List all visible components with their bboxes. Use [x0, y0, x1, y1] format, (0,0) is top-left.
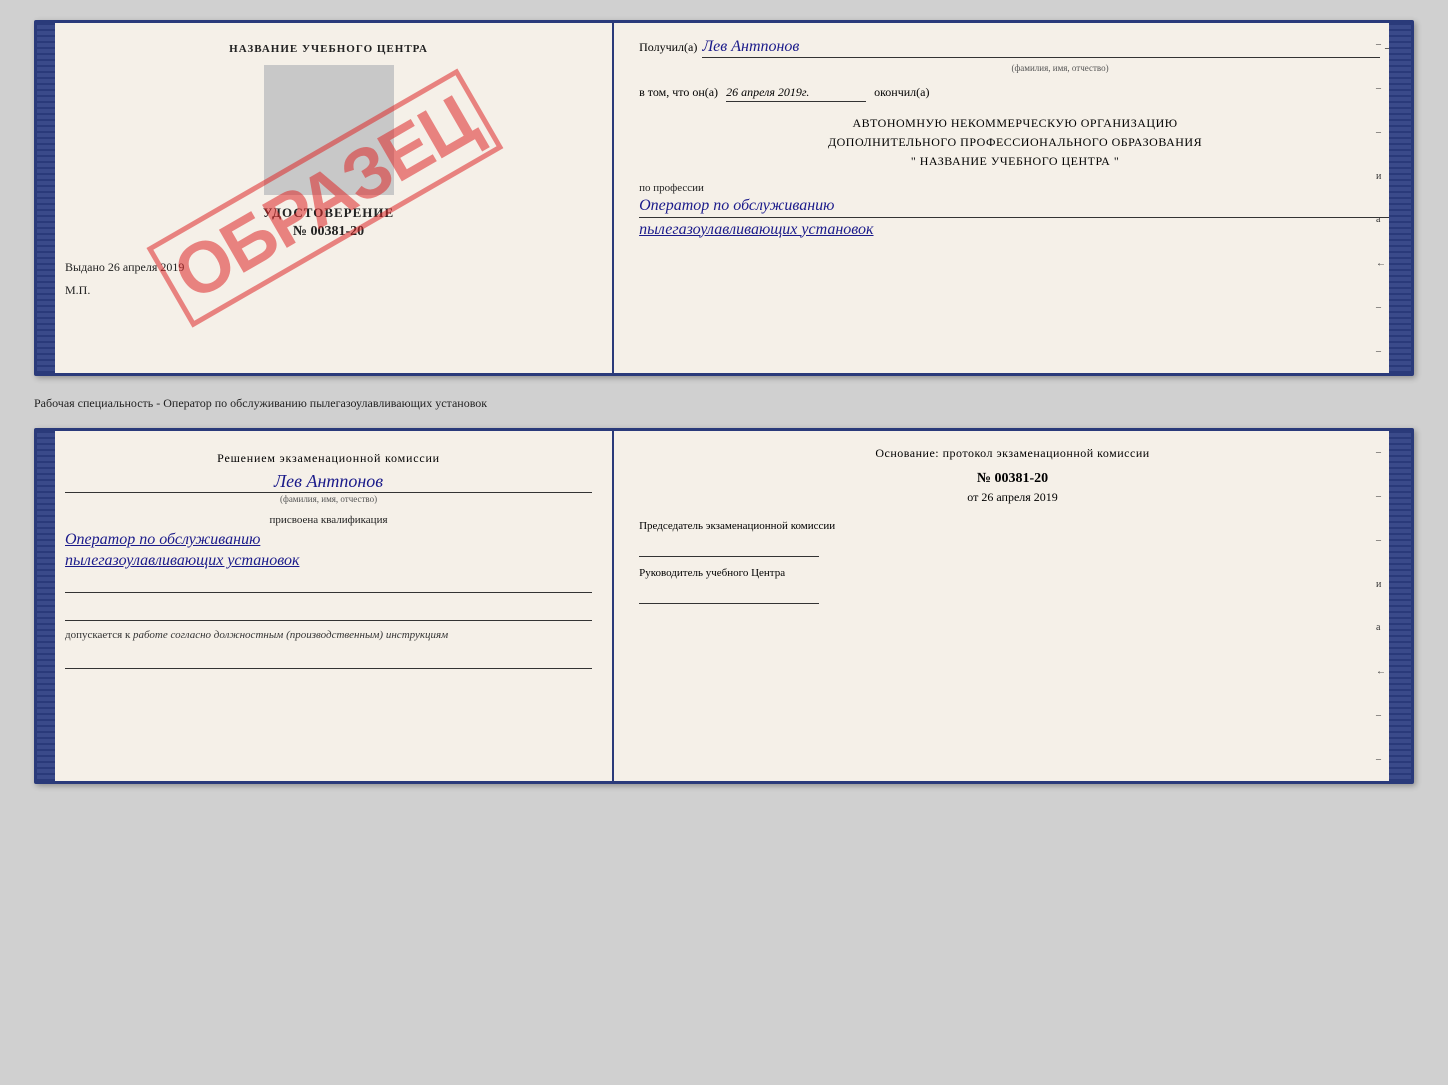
- right-spine-top: [1389, 23, 1411, 373]
- completion-date: 26 апреля 2019г.: [726, 85, 866, 102]
- org-block: АВТОНОМНУЮ НЕКОММЕРЧЕСКУЮ ОРГАНИЗАЦИЮ ДО…: [639, 114, 1391, 172]
- protocol-date: от 26 апреля 2019: [639, 490, 1386, 505]
- signature-line-3: [65, 649, 592, 669]
- chairman-label: Председатель экзаменационной комиссии: [639, 520, 835, 532]
- right-spine-bottom: [1389, 431, 1411, 781]
- bottom-document: Решением экзаменационной комиссии Лев Ан…: [34, 428, 1414, 784]
- mp-line: М.П.: [65, 283, 592, 298]
- rukovoditel-block: Руководитель учебного Центра: [639, 567, 1386, 579]
- udostoverenie-block: УДОСТОВЕРЕНИЕ № 00381-20: [65, 205, 592, 240]
- dopuskaetsya-label: допускается к: [65, 629, 130, 641]
- profession-line1: Оператор по обслуживанию: [639, 197, 1391, 218]
- protocol-number: № 00381-20: [639, 471, 1386, 487]
- vtom-line: в том, что он(а) 26 апреля 2019г. окончи…: [639, 85, 1391, 102]
- separator-text: Рабочая специальность - Оператор по обсл…: [34, 388, 1414, 416]
- quote-close: ": [1114, 154, 1119, 168]
- prisvoena-label: присвоена квалификация: [65, 514, 592, 526]
- poluchil-name: Лев Антпонов: [702, 38, 1380, 58]
- top-doc-right: Получил(а) Лев Антпонов – (фамилия, имя,…: [614, 23, 1411, 373]
- profession-line2: пылегазоулавливающих установок: [639, 221, 1391, 241]
- chairman-block: Председатель экзаменационной комиссии: [639, 520, 1386, 532]
- org-line1: АВТОНОМНУЮ НЕКОММЕРЧЕСКУЮ ОРГАНИЗАЦИЮ: [639, 114, 1391, 133]
- osnovanie-label: Основание: протокол экзаменационной коми…: [875, 446, 1149, 460]
- page-container: НАЗВАНИЕ УЧЕБНОГО ЦЕНТРА УДОСТОВЕРЕНИЕ №…: [34, 20, 1414, 784]
- chairman-signature-line: [639, 537, 819, 557]
- bottom-doc-left: Решением экзаменационной комиссии Лев Ан…: [37, 431, 614, 781]
- top-document: НАЗВАНИЕ УЧЕБНОГО ЦЕНТРА УДОСТОВЕРЕНИЕ №…: [34, 20, 1414, 376]
- udostoverenie-title: УДОСТОВЕРЕНИЕ: [65, 205, 592, 221]
- protocol-date-value: 26 апреля 2019: [981, 490, 1057, 504]
- kval-line1: Оператор по обслуживанию: [65, 531, 592, 549]
- vtom-label: в том, что он(а): [639, 85, 718, 100]
- rukovoditel-label: Руководитель учебного Центра: [639, 567, 785, 579]
- signature-line-2: [65, 601, 592, 621]
- komissia-person-name: Лев Антпонов: [65, 471, 592, 493]
- dopuskaetsya-text: работе согласно должностным (производств…: [133, 629, 448, 641]
- quote-open: ": [911, 154, 916, 168]
- komissia-fio-hint: (фамилия, имя, отчество): [65, 494, 592, 504]
- school-name-center: НАЗВАНИЕ УЧЕБНОГО ЦЕНТРА: [920, 154, 1111, 168]
- stamp-placeholder: [264, 65, 394, 195]
- school-name-header: НАЗВАНИЕ УЧЕБНОГО ЦЕНТРА: [65, 43, 592, 55]
- vydano-line: Выдано 26 апреля 2019: [65, 260, 592, 275]
- rukovoditel-signature-line: [639, 584, 819, 604]
- org-line2: ДОПОЛНИТЕЛЬНОГО ПРОФЕССИОНАЛЬНОГО ОБРАЗО…: [639, 133, 1391, 152]
- poluchil-label: Получил(а): [639, 40, 697, 55]
- okonchil-label: окончил(а): [874, 85, 929, 100]
- resheniem-block: Решением экзаменационной комиссии: [65, 451, 592, 466]
- top-doc-left: НАЗВАНИЕ УЧЕБНОГО ЦЕНТРА УДОСТОВЕРЕНИЕ №…: [37, 23, 614, 373]
- vydano-date: 26 апреля 2019: [108, 260, 184, 274]
- org-school-name: " НАЗВАНИЕ УЧЕБНОГО ЦЕНТРА ": [639, 152, 1391, 171]
- dopuskaetsya-block: допускается к работе согласно должностны…: [65, 629, 592, 641]
- vydano-label: Выдано: [65, 260, 105, 274]
- bottom-doc-right: Основание: протокол экзаменационной коми…: [614, 431, 1411, 781]
- fio-hint-top: (фамилия, имя, отчество): [639, 63, 1391, 73]
- po-professii-label: по профессии: [639, 182, 1391, 194]
- kval-line2: пылегазоулавливающих установок: [65, 552, 592, 570]
- signature-line-1: [65, 573, 592, 593]
- ot-label: от: [967, 490, 978, 504]
- resheniem-label: Решением экзаменационной комиссии: [217, 451, 440, 465]
- poluchil-line: Получил(а) Лев Антпонов –: [639, 38, 1391, 58]
- udostoverenie-number: № 00381-20: [65, 224, 592, 240]
- osnovanie-block: Основание: протокол экзаменационной коми…: [639, 446, 1386, 461]
